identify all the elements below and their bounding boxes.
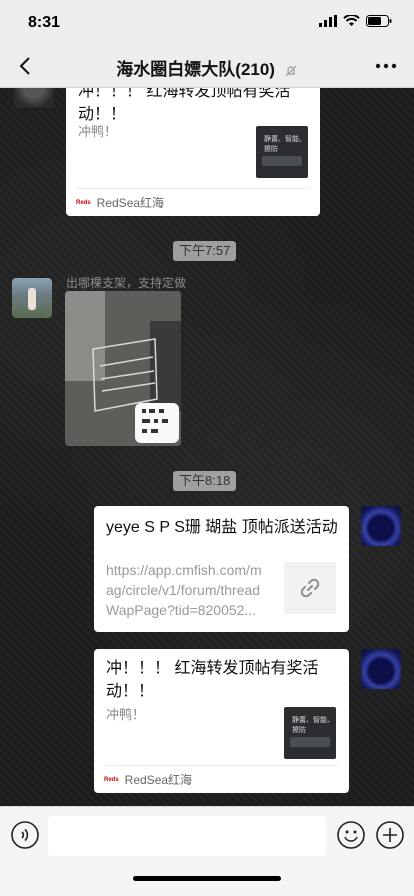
redsea-logo-icon: Reds [104, 776, 119, 783]
card-thumbnail: 静置、智能、擦防 [256, 126, 308, 178]
chat-header: 海水圈白嫖大队(210) [0, 44, 414, 88]
message-input[interactable] [48, 816, 326, 856]
home-indicator [133, 876, 281, 881]
thumbnail-text: 静置、智能、擦防 [292, 717, 334, 734]
input-bar [0, 806, 414, 896]
emoji-icon[interactable] [336, 820, 366, 850]
wifi-icon [343, 15, 360, 26]
card-source-label: RedSea红海 [124, 773, 193, 787]
thumbnail-text: 静置、智能、擦防 [264, 136, 306, 153]
article-card-message[interactable]: 冲！！！ 红海转发顶帖有奖活动！！ 冲鸭！ 静置、智能、擦防 Reds RedS… [66, 88, 320, 216]
card-description: 冲鸭！ [106, 707, 146, 722]
avatar[interactable] [361, 506, 401, 546]
link-url: https://app.cmfish.com/mag/circle/v1/for… [106, 562, 262, 618]
status-time: 8:31 [28, 14, 61, 31]
card-title: 冲！！！ 红海转发顶帖有奖活动！！ [78, 88, 291, 123]
card-source: Reds RedSea红海 [104, 765, 339, 793]
status-bar: 8:31 [0, 0, 414, 44]
plus-icon[interactable] [375, 820, 405, 850]
avatar[interactable] [14, 88, 54, 108]
battery-icon [366, 15, 392, 27]
avatar[interactable] [361, 649, 401, 689]
link-icon [300, 578, 320, 598]
card-thumbnail: 静置、智能、擦防 [284, 707, 336, 759]
signal-icon [319, 15, 337, 27]
chat-title-text: 海水圈白嫖大队(210) [116, 60, 275, 79]
avatar[interactable] [12, 278, 52, 318]
card-description: 冲鸭！ [78, 124, 118, 139]
article-card-message[interactable]: 冲！！！ 红海转发顶帖有奖活动！！ 冲鸭！ 静置、智能、擦防 Reds RedS… [94, 649, 349, 793]
sender-name: 出哪棵支架，支持定做 [66, 276, 187, 290]
rack-photo-image [65, 291, 181, 446]
card-source-label: RedSea红海 [96, 196, 165, 210]
chat-title: 海水圈白嫖大队(210) [60, 55, 354, 80]
status-icons [319, 15, 392, 27]
link-title: yeye S P S珊 瑚盐 顶帖派送活动 [106, 519, 338, 536]
mute-bell-icon [285, 65, 297, 76]
card-title: 冲！！！ 红海转发顶帖有奖活动！！ [106, 660, 319, 700]
image-message[interactable] [65, 291, 181, 446]
back-arrow-icon[interactable] [12, 52, 40, 80]
card-source: Reds RedSea红海 [76, 188, 310, 216]
timestamp: 下午7:57 [173, 241, 237, 261]
voice-input-icon[interactable] [10, 820, 40, 850]
chat-message-list[interactable]: 冲！！！ 红海转发顶帖有奖活动！！ 冲鸭！ 静置、智能、擦防 Reds RedS… [0, 88, 414, 806]
link-card-message[interactable]: yeye S P S珊 瑚盐 顶帖派送活动 https://app.cmfish… [94, 506, 349, 632]
timestamp: 下午8:18 [173, 471, 237, 491]
more-icon[interactable] [372, 52, 400, 80]
redsea-logo-icon: Reds [76, 199, 91, 206]
link-thumbnail [284, 562, 336, 614]
